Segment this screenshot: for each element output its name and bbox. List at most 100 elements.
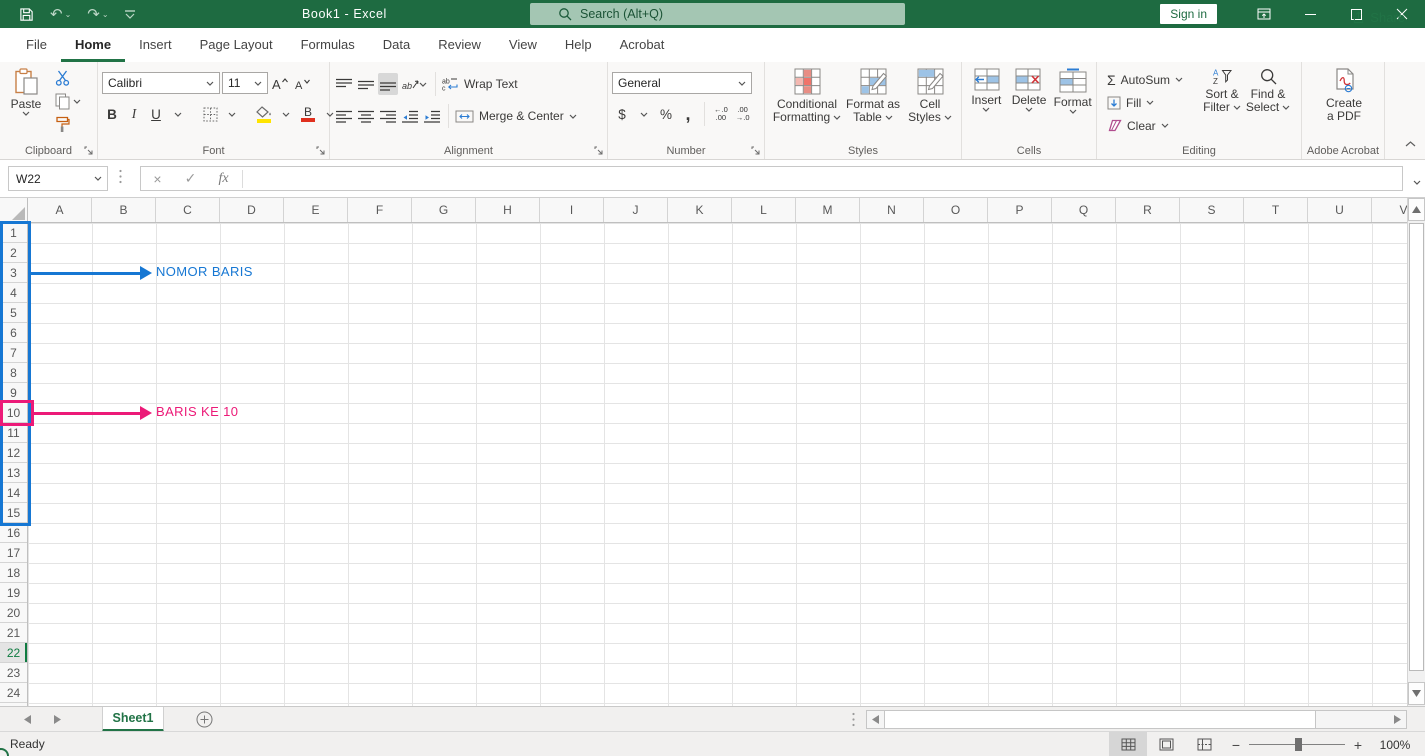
align-bottom-button[interactable] xyxy=(378,73,398,95)
customize-qat-button[interactable] xyxy=(118,0,142,28)
column-header-H[interactable]: H xyxy=(476,198,540,222)
orientation-button[interactable]: ab xyxy=(400,73,429,95)
sort-filter-button[interactable]: AZ Sort & Filter xyxy=(1199,66,1245,141)
row-header-18[interactable]: 18 xyxy=(0,563,27,583)
align-middle-button[interactable] xyxy=(356,73,376,95)
scroll-right-button[interactable] xyxy=(1389,711,1406,728)
page-break-view-button[interactable] xyxy=(1185,732,1223,756)
enter-button[interactable]: ✓ xyxy=(174,167,207,190)
new-sheet-button[interactable] xyxy=(196,711,213,733)
grip-icon[interactable] xyxy=(118,169,123,184)
zoom-level[interactable]: 100% xyxy=(1371,738,1419,752)
row-header-24[interactable]: 24 xyxy=(0,683,27,703)
column-header-T[interactable]: T xyxy=(1244,198,1308,222)
column-header-A[interactable]: A xyxy=(28,198,92,222)
accounting-format-options-button[interactable] xyxy=(634,103,654,125)
tab-file[interactable]: File xyxy=(12,28,61,62)
decrease-font-size-button[interactable]: A xyxy=(293,72,313,94)
font-color-button[interactable]: B xyxy=(298,103,318,125)
borders-options-button[interactable] xyxy=(222,103,242,125)
column-header-J[interactable]: J xyxy=(604,198,668,222)
column-header-L[interactable]: L xyxy=(732,198,796,222)
undo-button[interactable]: ↶ ⌄ xyxy=(43,0,78,28)
align-top-button[interactable] xyxy=(334,73,354,95)
column-header-F[interactable]: F xyxy=(348,198,412,222)
decrease-decimal-button[interactable]: .00 →.0 xyxy=(733,105,753,123)
column-header-P[interactable]: P xyxy=(988,198,1052,222)
column-header-V[interactable]: V xyxy=(1372,198,1407,222)
align-right-button[interactable] xyxy=(378,105,398,127)
align-center-button[interactable] xyxy=(356,105,376,127)
zoom-out-button[interactable]: − xyxy=(1223,737,1249,753)
tab-page-layout[interactable]: Page Layout xyxy=(186,28,287,62)
cut-button[interactable] xyxy=(52,68,84,88)
vertical-scroll-thumb[interactable] xyxy=(1409,223,1424,671)
delete-cells-button[interactable]: Delete xyxy=(1009,66,1050,141)
cancel-button[interactable]: × xyxy=(141,167,174,190)
font-dialog-launcher[interactable] xyxy=(316,146,325,155)
row-header-23[interactable]: 23 xyxy=(0,663,27,683)
zoom-in-button[interactable]: + xyxy=(1345,737,1371,753)
column-header-E[interactable]: E xyxy=(284,198,348,222)
share-button[interactable]: Share xyxy=(1344,5,1413,29)
insert-function-button[interactable]: fx xyxy=(207,167,240,190)
increase-indent-button[interactable] xyxy=(422,105,442,127)
tab-formulas[interactable]: Formulas xyxy=(287,28,369,62)
column-header-N[interactable]: N xyxy=(860,198,924,222)
column-header-G[interactable]: G xyxy=(412,198,476,222)
page-layout-view-button[interactable] xyxy=(1147,732,1185,756)
clipboard-dialog-launcher[interactable] xyxy=(84,146,93,155)
horizontal-scrollbar[interactable] xyxy=(866,710,1407,729)
column-header-Q[interactable]: Q xyxy=(1052,198,1116,222)
increase-decimal-button[interactable]: ←.0.00 xyxy=(711,105,731,123)
format-cells-button[interactable]: Format xyxy=(1051,66,1094,141)
fill-color-options-button[interactable] xyxy=(276,103,296,125)
insert-cells-button[interactable]: Insert xyxy=(966,66,1007,141)
column-header-C[interactable]: C xyxy=(156,198,220,222)
row-header-22[interactable]: 22 xyxy=(0,643,27,663)
alignment-dialog-launcher[interactable] xyxy=(594,146,603,155)
zoom-slider-thumb[interactable] xyxy=(1295,738,1302,751)
normal-view-button[interactable] xyxy=(1109,732,1147,756)
tab-insert[interactable]: Insert xyxy=(125,28,186,62)
find-select-button[interactable]: Find & Select xyxy=(1245,66,1291,141)
decrease-indent-button[interactable] xyxy=(400,105,420,127)
increase-font-size-button[interactable]: A xyxy=(270,72,291,94)
name-box[interactable]: W22 xyxy=(8,166,108,191)
copy-button[interactable] xyxy=(52,91,84,111)
scroll-left-button[interactable] xyxy=(867,711,884,728)
align-left-button[interactable] xyxy=(334,105,354,127)
tab-data[interactable]: Data xyxy=(369,28,424,62)
fill-button[interactable]: Fill xyxy=(1107,92,1199,113)
merge-center-button[interactable]: Merge & Center xyxy=(455,105,577,127)
wrap-text-button[interactable]: ab c Wrap Text xyxy=(442,73,518,95)
bold-button[interactable]: B xyxy=(102,103,122,125)
underline-button[interactable]: U xyxy=(146,103,166,125)
row-header-19[interactable]: 19 xyxy=(0,583,27,603)
percent-style-button[interactable]: % xyxy=(656,103,676,125)
create-pdf-button[interactable]: Create a PDF xyxy=(1314,66,1374,141)
column-header-U[interactable]: U xyxy=(1308,198,1372,222)
borders-button[interactable] xyxy=(200,103,220,125)
vertical-scrollbar[interactable] xyxy=(1407,198,1425,706)
font-name-select[interactable]: Calibri xyxy=(102,72,220,94)
clear-button[interactable]: Clear xyxy=(1107,115,1199,136)
column-header-I[interactable]: I xyxy=(540,198,604,222)
number-format-select[interactable]: General xyxy=(612,72,752,94)
underline-options-button[interactable] xyxy=(168,103,188,125)
font-size-select[interactable]: 11 xyxy=(222,72,268,94)
ribbon-display-options-button[interactable] xyxy=(1241,0,1287,28)
next-sheet-button[interactable] xyxy=(44,707,70,732)
row-header-21[interactable]: 21 xyxy=(0,623,27,643)
italic-button[interactable]: I xyxy=(124,103,144,125)
column-header-S[interactable]: S xyxy=(1180,198,1244,222)
comma-style-button[interactable]: , xyxy=(678,103,698,125)
conditional-formatting-button[interactable]: Conditional Formatting xyxy=(773,66,841,141)
grip-icon[interactable] xyxy=(851,712,856,727)
column-header-B[interactable]: B xyxy=(92,198,156,222)
tab-help[interactable]: Help xyxy=(551,28,606,62)
scroll-down-button[interactable] xyxy=(1408,682,1425,705)
number-dialog-launcher[interactable] xyxy=(751,146,760,155)
cell-styles-button[interactable]: Cell Styles xyxy=(906,66,954,141)
collapse-ribbon-button[interactable] xyxy=(1402,131,1419,155)
